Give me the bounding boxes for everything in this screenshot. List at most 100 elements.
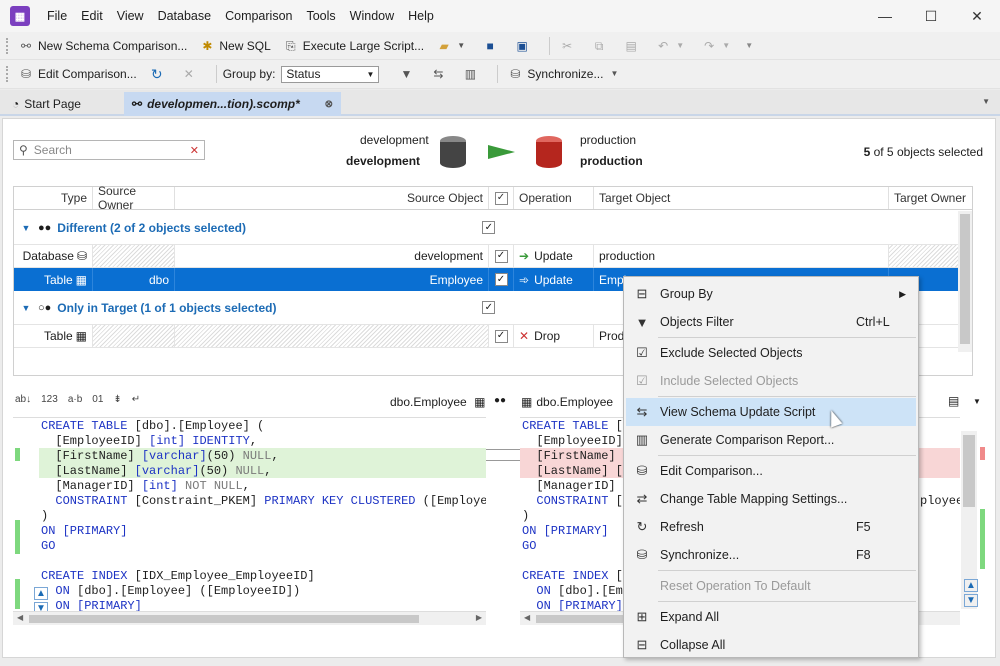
left-code-pane[interactable]: CREATE TABLE [dbo].[Employee] ( [Employe…: [13, 417, 486, 627]
binary-icon[interactable]: 01: [92, 394, 103, 405]
paste-button[interactable]: ▤: [620, 34, 646, 58]
include-icon: ☑: [636, 373, 648, 388]
toolbar-main: ⚯ New Schema Comparison... ✱ New SQL ⎘ Exec…: [0, 32, 1000, 60]
code-line: [FirstName] [: [522, 449, 631, 463]
stop-button[interactable]: ✕: [178, 62, 204, 86]
scroll-up-icon[interactable]: ▲: [964, 579, 978, 592]
scroll-down-icon[interactable]: ▼: [964, 594, 978, 607]
group-checkbox[interactable]: ✓: [482, 221, 496, 234]
group-row-different[interactable]: ▼ ●● Different (2 of 2 objects selected)…: [14, 211, 972, 245]
context-menu-item[interactable]: ⊞ Expand All: [626, 603, 916, 631]
chevron-down-icon[interactable]: ▼: [675, 38, 685, 54]
compare-text-icon[interactable]: ab↓: [15, 394, 31, 405]
col-target-object[interactable]: Target Object: [594, 187, 889, 209]
menu-comparison[interactable]: Comparison: [218, 9, 299, 23]
toolbar-grip[interactable]: [6, 66, 9, 82]
copy-button[interactable]: ⧉: [588, 34, 614, 58]
close-tab-icon[interactable]: ⊗: [325, 99, 333, 110]
table-row[interactable]: Database ⛁ development ✓ ➔ Update producti…: [14, 245, 972, 268]
grid-scrollbar[interactable]: [958, 211, 972, 352]
close-icon[interactable]: ✕: [954, 0, 1000, 32]
col-operation[interactable]: Operation: [514, 187, 594, 209]
chevron-down-icon[interactable]: ▼: [721, 38, 731, 54]
menu-window[interactable]: Window: [343, 9, 401, 23]
save-button[interactable]: ■: [479, 34, 505, 58]
context-menu-item[interactable]: ⛁ Edit Comparison...: [626, 457, 916, 485]
code-line: [LastName] [r: [522, 464, 631, 478]
right-object-title: ▦ dbo.Employee: [521, 395, 614, 409]
tab-comparison[interactable]: ⚯ developmen...tion).scomp* ⊗: [124, 92, 341, 116]
menu-tools[interactable]: Tools: [299, 9, 342, 23]
maximize-icon[interactable]: ☐: [908, 0, 954, 32]
toolbar-overflow-icon[interactable]: ▼: [744, 38, 754, 54]
col-source-owner[interactable]: Source Owner: [93, 184, 175, 212]
submenu-arrow-icon: ▶: [899, 288, 906, 299]
col-type[interactable]: Type: [14, 187, 93, 209]
cut-button[interactable]: ✂: [556, 34, 582, 58]
synchronize-icon: ⛁: [510, 67, 521, 81]
code-line: [EmployeeID]: [522, 434, 623, 448]
col-source-object[interactable]: Source Object: [175, 187, 489, 209]
menu-help[interactable]: Help: [401, 9, 441, 23]
search-input[interactable]: ⚲ Search ✕: [13, 140, 205, 160]
chevron-down-icon[interactable]: ▼: [973, 397, 981, 406]
context-menu-item: Reset Operation To Default: [660, 579, 811, 593]
left-horizontal-scrollbar[interactable]: ◀ ▶: [13, 611, 486, 625]
menu-file[interactable]: File: [40, 9, 74, 23]
group-by-select[interactable]: Status ▼: [281, 65, 380, 83]
wrap-icon[interactable]: ↵: [132, 394, 140, 405]
header-checkbox[interactable]: ✓: [489, 187, 514, 209]
tabs-dropdown-icon[interactable]: ▼: [982, 97, 990, 106]
context-menu-item[interactable]: ⊟ Collapse All: [626, 631, 916, 659]
chevron-down-icon[interactable]: ▼: [456, 38, 466, 54]
execute-large-script-button[interactable]: ⎘ Execute Large Script...: [280, 34, 427, 58]
layout-icon[interactable]: ▤: [948, 394, 959, 408]
row-checkbox[interactable]: ✓: [494, 329, 508, 343]
redo-button[interactable]: ↷ ▼: [698, 34, 738, 58]
synchronize-button[interactable]: ⛁ Synchronize... ▼: [504, 62, 626, 86]
tab-start-page[interactable]: ◔ Start Page: [4, 92, 89, 116]
row-checkbox[interactable]: ✓: [494, 273, 508, 286]
row-checkbox[interactable]: ✓: [494, 249, 508, 263]
save-all-button[interactable]: ▣: [511, 34, 537, 58]
context-menu-item[interactable]: ↻ Refresh F5: [626, 513, 916, 541]
menu-database[interactable]: Database: [151, 9, 219, 23]
execute-script-icon: ⎘: [285, 38, 296, 53]
format-icon[interactable]: ⇟: [113, 394, 121, 405]
mapping-button[interactable]: ⇆: [427, 62, 453, 86]
context-menu-item[interactable]: ▥ Generate Comparison Report...: [626, 426, 916, 454]
context-menu-item[interactable]: ☑ Exclude Selected Objects: [626, 339, 916, 367]
new-sql-button[interactable]: ✱ New SQL: [196, 34, 273, 58]
col-target-owner[interactable]: Target Owner: [889, 187, 972, 209]
report-button[interactable]: ▥: [459, 62, 485, 86]
context-menu-item[interactable]: ⇄ Change Table Mapping Settings...: [626, 485, 916, 513]
group-checkbox[interactable]: ✓: [482, 301, 496, 314]
toolbar-grip[interactable]: [6, 37, 9, 54]
minimize-icon[interactable]: —: [862, 0, 908, 32]
table-icon: ▦: [75, 272, 87, 287]
table-icon: ▦: [75, 329, 87, 343]
ab-icon[interactable]: a·b: [68, 394, 82, 405]
context-menu-item[interactable]: ⊟ Group By ▶: [626, 280, 916, 308]
different-icon: ●●: [38, 221, 52, 234]
right-code-tail: ployee: [920, 494, 960, 508]
context-menu-item[interactable]: ▼ Objects Filter Ctrl+L: [626, 308, 916, 336]
collapse-icon[interactable]: ▼: [14, 303, 38, 313]
open-button[interactable]: ▰ ▼: [433, 34, 473, 58]
edit-comparison-button[interactable]: ⛁ Edit Comparison...: [15, 62, 140, 86]
menu-view[interactable]: View: [110, 9, 151, 23]
save-all-icon: ▣: [516, 38, 528, 53]
new-schema-comparison-button[interactable]: ⚯ New Schema Comparison...: [15, 34, 190, 58]
refresh-button[interactable]: ↻: [146, 62, 172, 86]
context-menu-item[interactable]: ⇆ View Schema Update Script: [626, 398, 916, 426]
code-line: CREATE TABLE [dbo].[Employee] (: [41, 419, 265, 433]
numbers-icon[interactable]: 123: [41, 394, 58, 405]
clear-search-icon[interactable]: ✕: [190, 144, 199, 157]
chevron-down-icon[interactable]: ▼: [609, 66, 619, 82]
filter-button[interactable]: ▼: [395, 62, 421, 86]
context-menu-item[interactable]: ⛁ Synchronize... F8: [626, 541, 916, 569]
scroll-up-icon[interactable]: ▲: [34, 587, 48, 600]
undo-button[interactable]: ↶ ▼: [652, 34, 692, 58]
collapse-icon[interactable]: ▼: [14, 223, 38, 233]
menu-edit[interactable]: Edit: [74, 9, 110, 23]
